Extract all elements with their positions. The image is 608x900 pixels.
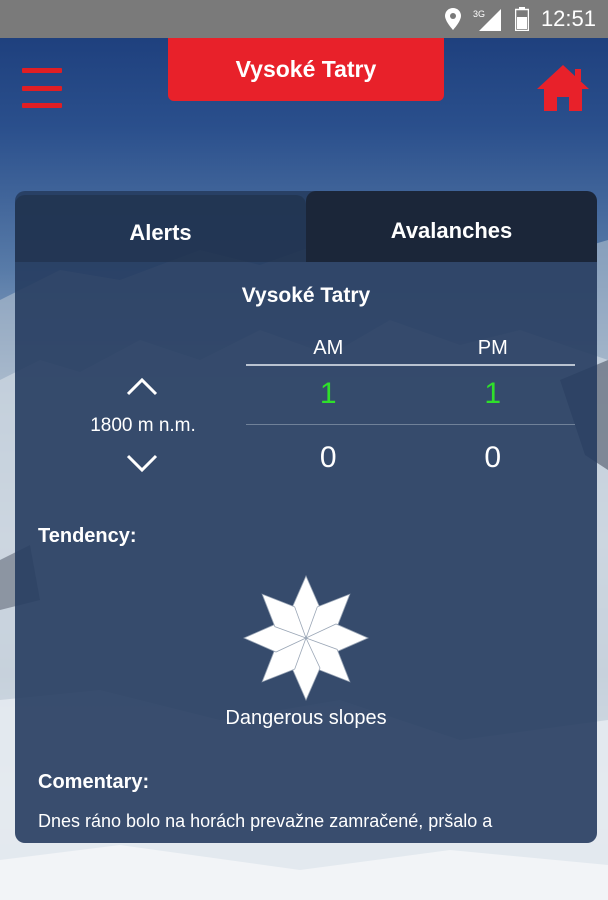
column-am: AM xyxy=(313,337,344,359)
chevron-down-icon[interactable] xyxy=(125,453,159,475)
tab-alerts[interactable]: Alerts xyxy=(15,195,306,262)
signal-icon: 3G xyxy=(473,7,503,31)
tab-bar: Alerts Avalanches xyxy=(15,191,597,262)
danger-level-am-above: 1 xyxy=(319,377,337,410)
network-type-label: 3G xyxy=(473,9,485,19)
commentary-label: Comentary: xyxy=(38,771,150,793)
time-columns-header: AM PM xyxy=(246,337,575,366)
panel-region-name: Vysoké Tatry xyxy=(241,284,371,307)
home-icon[interactable] xyxy=(535,63,591,113)
dangerous-slopes-label: Dangerous slopes xyxy=(225,707,387,729)
danger-row-below: 0 0 xyxy=(246,441,575,475)
avalanche-panel: Alerts Avalanches Vysoké Tatry AM PM 180… xyxy=(15,191,597,843)
column-pm: PM xyxy=(477,337,508,359)
danger-level-pm-below: 0 xyxy=(484,441,502,474)
danger-row-above: 1 1 xyxy=(246,377,575,425)
status-time: 12:51 xyxy=(540,6,596,31)
danger-level-pm-above: 1 xyxy=(484,377,502,410)
chevron-up-icon[interactable] xyxy=(125,375,159,397)
altitude-label: 1800 m n.m. xyxy=(90,415,196,436)
commentary-text: Dnes ráno bolo na horách prevažne zamrač… xyxy=(38,811,493,831)
compass-rose-icon xyxy=(243,575,369,701)
danger-level-am-below: 0 xyxy=(319,441,337,474)
location-icon xyxy=(444,8,461,30)
tendency-label: Tendency: xyxy=(38,525,137,547)
status-bar: 3G 12:51 xyxy=(0,0,608,38)
region-title: Vysoké Tatry xyxy=(168,38,444,101)
hamburger-icon[interactable] xyxy=(22,68,62,108)
battery-icon xyxy=(514,7,529,31)
tab-avalanches[interactable]: Avalanches xyxy=(306,191,597,262)
